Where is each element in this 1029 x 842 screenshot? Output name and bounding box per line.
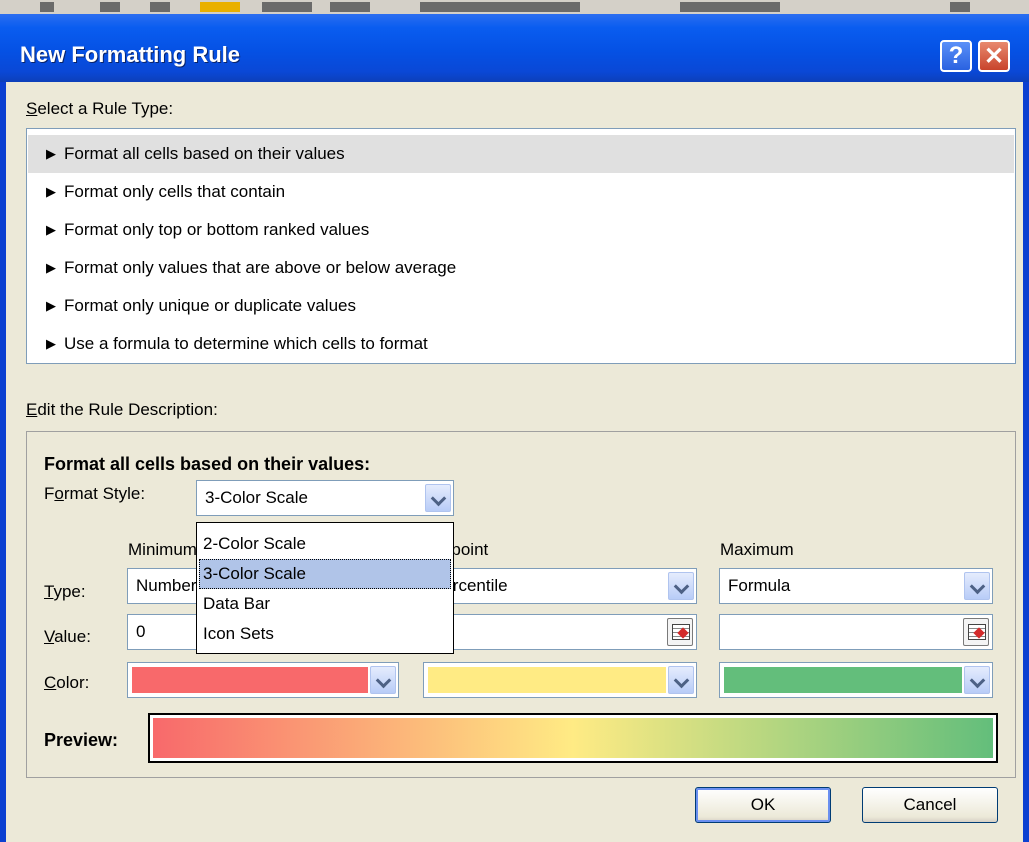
minimum-value-text: 0: [136, 622, 146, 641]
rule-type-label: Select a Rule Type:: [26, 99, 174, 118]
midpoint-color-swatch: [428, 667, 666, 693]
rule-type-list[interactable]: ▶ Format all cells based on their values …: [26, 128, 1016, 364]
minimum-color-picker[interactable]: [127, 662, 399, 698]
midpoint-value-input[interactable]: [423, 614, 697, 650]
minimum-type-value: Number: [136, 576, 197, 595]
title-bar[interactable]: New Formatting Rule ? ✕: [0, 14, 1029, 82]
rule-type-item[interactable]: ▶ Format only top or bottom ranked values: [28, 211, 1014, 249]
midpoint-type-select[interactable]: Percentile: [423, 568, 697, 604]
rule-type-item[interactable]: ▶ Use a formula to determine which cells …: [28, 325, 1014, 363]
maximum-color-picker[interactable]: [719, 662, 993, 698]
midpoint-color-picker[interactable]: [423, 662, 697, 698]
window-title: New Formatting Rule: [20, 42, 241, 67]
rule-type-item[interactable]: ▶ Format only values that are above or be…: [28, 249, 1014, 287]
rule-type-item-label: Format only values that are above or bel…: [64, 258, 457, 277]
type-label: Type:: [44, 582, 86, 601]
chevron-down-icon[interactable]: [668, 666, 694, 694]
preview-label: Preview:: [44, 730, 119, 750]
chevron-down-icon[interactable]: [964, 572, 990, 600]
maximum-type-value: Formula: [728, 576, 791, 595]
chevron-down-icon[interactable]: [668, 572, 694, 600]
chevron-down-icon[interactable]: [370, 666, 396, 694]
rule-type-item[interactable]: ▶ Format only unique or duplicate values: [28, 287, 1014, 325]
format-style-option[interactable]: Icon Sets: [199, 619, 451, 649]
maximum-color-swatch: [724, 667, 962, 693]
ok-button[interactable]: OK: [695, 787, 831, 823]
maximum-type-select[interactable]: Formula: [719, 568, 993, 604]
color-label: Color:: [44, 673, 90, 692]
chevron-down-icon[interactable]: [964, 666, 990, 694]
format-style-select[interactable]: 3-Color Scale: [196, 480, 454, 516]
cell-reference-icon[interactable]: [667, 618, 693, 646]
maximum-header: Maximum: [720, 540, 794, 559]
rule-type-item[interactable]: ▶ Format only cells that contain: [28, 173, 1014, 211]
rule-type-item-label: Format only cells that contain: [64, 182, 286, 201]
background-toolbar-strip: [0, 0, 1029, 14]
preview-bar: [148, 713, 998, 763]
rule-type-item-label: Format only unique or duplicate values: [64, 296, 356, 315]
format-style-label: Format Style:: [44, 484, 146, 503]
rule-type-item-label: Format only top or bottom ranked values: [64, 220, 370, 239]
format-style-value: 3-Color Scale: [205, 488, 308, 507]
rule-description-label: Edit the Rule Description:: [26, 400, 218, 419]
rule-type-item-label: Use a formula to determine which cells t…: [64, 334, 428, 353]
cell-reference-icon[interactable]: [963, 618, 989, 646]
preview-gradient: [153, 718, 993, 758]
rule-type-item[interactable]: ▶ Format all cells based on their values: [28, 135, 1014, 173]
maximum-value-input[interactable]: [719, 614, 993, 650]
minimum-color-swatch: [132, 667, 368, 693]
cancel-button[interactable]: Cancel: [862, 787, 998, 823]
format-style-dropdown[interactable]: 2-Color Scale 3-Color Scale Data Bar Ico…: [196, 522, 454, 654]
chevron-down-icon[interactable]: [425, 484, 451, 512]
format-style-option[interactable]: 2-Color Scale: [199, 529, 451, 559]
help-button[interactable]: ?: [940, 40, 972, 72]
format-style-option[interactable]: 3-Color Scale: [199, 559, 451, 589]
rule-type-item-label: Format all cells based on their values: [64, 144, 345, 163]
format-style-option[interactable]: Data Bar: [199, 589, 451, 619]
value-label: Value:: [44, 627, 91, 646]
window-frame-right: [1023, 14, 1029, 842]
minimum-header: Minimum: [128, 540, 197, 559]
close-button[interactable]: ✕: [978, 40, 1010, 72]
description-heading: Format all cells based on their values:: [44, 454, 371, 474]
